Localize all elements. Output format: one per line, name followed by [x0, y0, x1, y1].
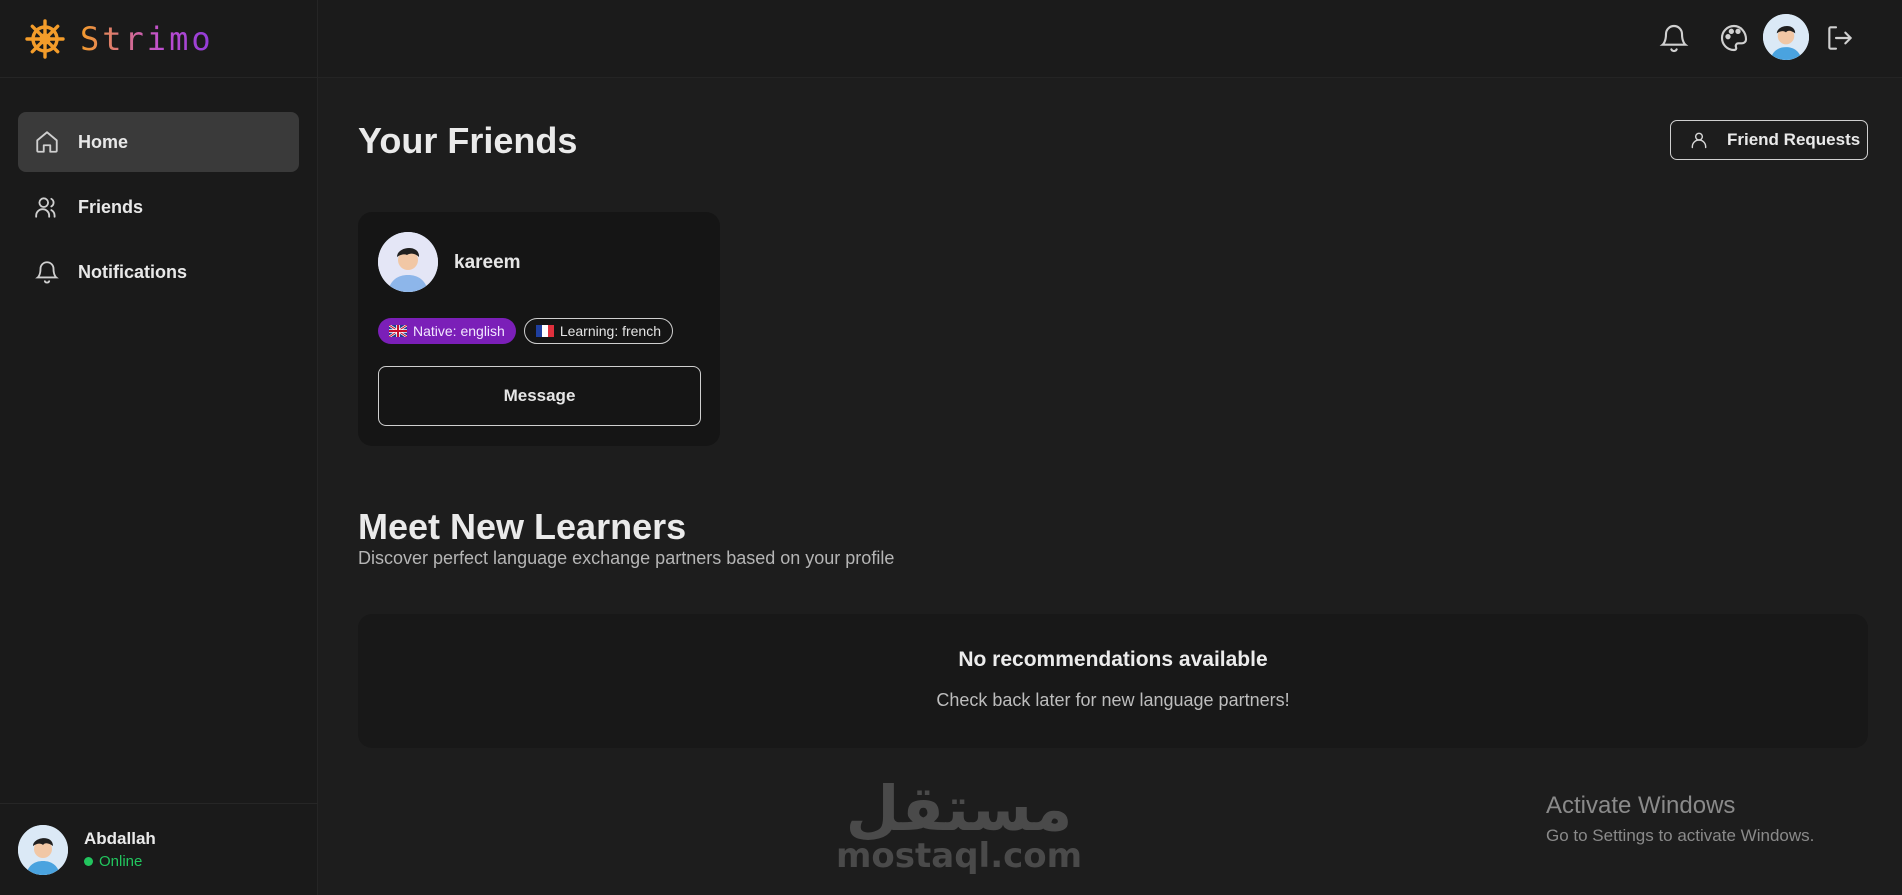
france-flag-icon — [535, 325, 554, 337]
empty-title: No recommendations available — [958, 648, 1268, 671]
page-title: Your Friends — [358, 120, 578, 161]
user-name: Abdallah — [84, 829, 156, 848]
friend-requests-label: Friend Requests — [1727, 130, 1861, 149]
sidebar-item-label: Friends — [78, 196, 144, 217]
brand-name: Strimo — [80, 19, 214, 58]
message-button[interactable]: Message — [378, 366, 701, 426]
status-text: Online — [99, 853, 143, 870]
current-user[interactable]: Abdallah Online — [0, 803, 318, 895]
native-language-badge: Native: english — [378, 318, 516, 344]
empty-recommendations: No recommendations available Check back … — [358, 614, 1868, 748]
friend-requests-button[interactable]: Friend Requests — [1670, 120, 1868, 160]
avatar — [378, 232, 438, 292]
logout-icon[interactable] — [1824, 22, 1856, 54]
ship-wheel-icon — [25, 18, 65, 59]
friend-name: kareem — [454, 252, 521, 273]
learning-language-badge: Learning: french — [523, 318, 674, 344]
section-subtitle: Discover perfect language exchange partn… — [358, 548, 895, 568]
learning-language-text: Learning: french — [559, 323, 662, 339]
watermark-latin: mostaql.com — [836, 836, 1083, 876]
brand[interactable]: Strimo — [0, 0, 317, 78]
sidebar-item-home[interactable]: Home — [18, 112, 299, 172]
native-language-text: Native: english — [413, 323, 505, 339]
activate-subtitle: Go to Settings to activate Windows. — [1546, 826, 1815, 845]
sidebar-nav: Home Friends Notifications — [0, 78, 317, 302]
watermark-arabic: مستقل — [845, 772, 1073, 845]
language-badges: Native: english Learning: french — [378, 318, 681, 344]
bell-icon[interactable] — [1658, 22, 1690, 54]
sidebar-item-label: Home — [78, 131, 129, 152]
section-title-learners: Meet New Learners — [358, 506, 687, 547]
empty-subtitle: Check back later for new language partne… — [936, 690, 1290, 710]
uk-flag-icon — [389, 325, 407, 337]
users-icon — [35, 197, 56, 218]
top-bar — [318, 0, 1902, 78]
user-icon — [1691, 132, 1707, 149]
main-content: Your Friends Friend Requests kareem Nati… — [318, 78, 1902, 895]
watermark: مستقل mostaql.com — [836, 772, 1083, 877]
home-icon — [36, 131, 58, 153]
user-status: Online — [84, 853, 156, 870]
sidebar-item-label: Notifications — [78, 261, 188, 282]
avatar — [18, 824, 68, 875]
online-dot-icon — [84, 857, 93, 866]
avatar[interactable] — [1763, 14, 1809, 60]
bell-icon — [35, 261, 59, 284]
sidebar: Strimo Home Friends Notifications Abdall… — [0, 0, 318, 895]
activate-title: Activate Windows — [1546, 792, 1736, 819]
sidebar-item-friends[interactable]: Friends — [18, 177, 299, 237]
activate-windows-notice: Activate Windows Go to Settings to activ… — [1546, 792, 1814, 846]
sidebar-item-notifications[interactable]: Notifications — [18, 242, 299, 302]
palette-icon[interactable] — [1718, 22, 1750, 54]
friend-card: kareem Native: english Learning: french … — [358, 212, 720, 446]
